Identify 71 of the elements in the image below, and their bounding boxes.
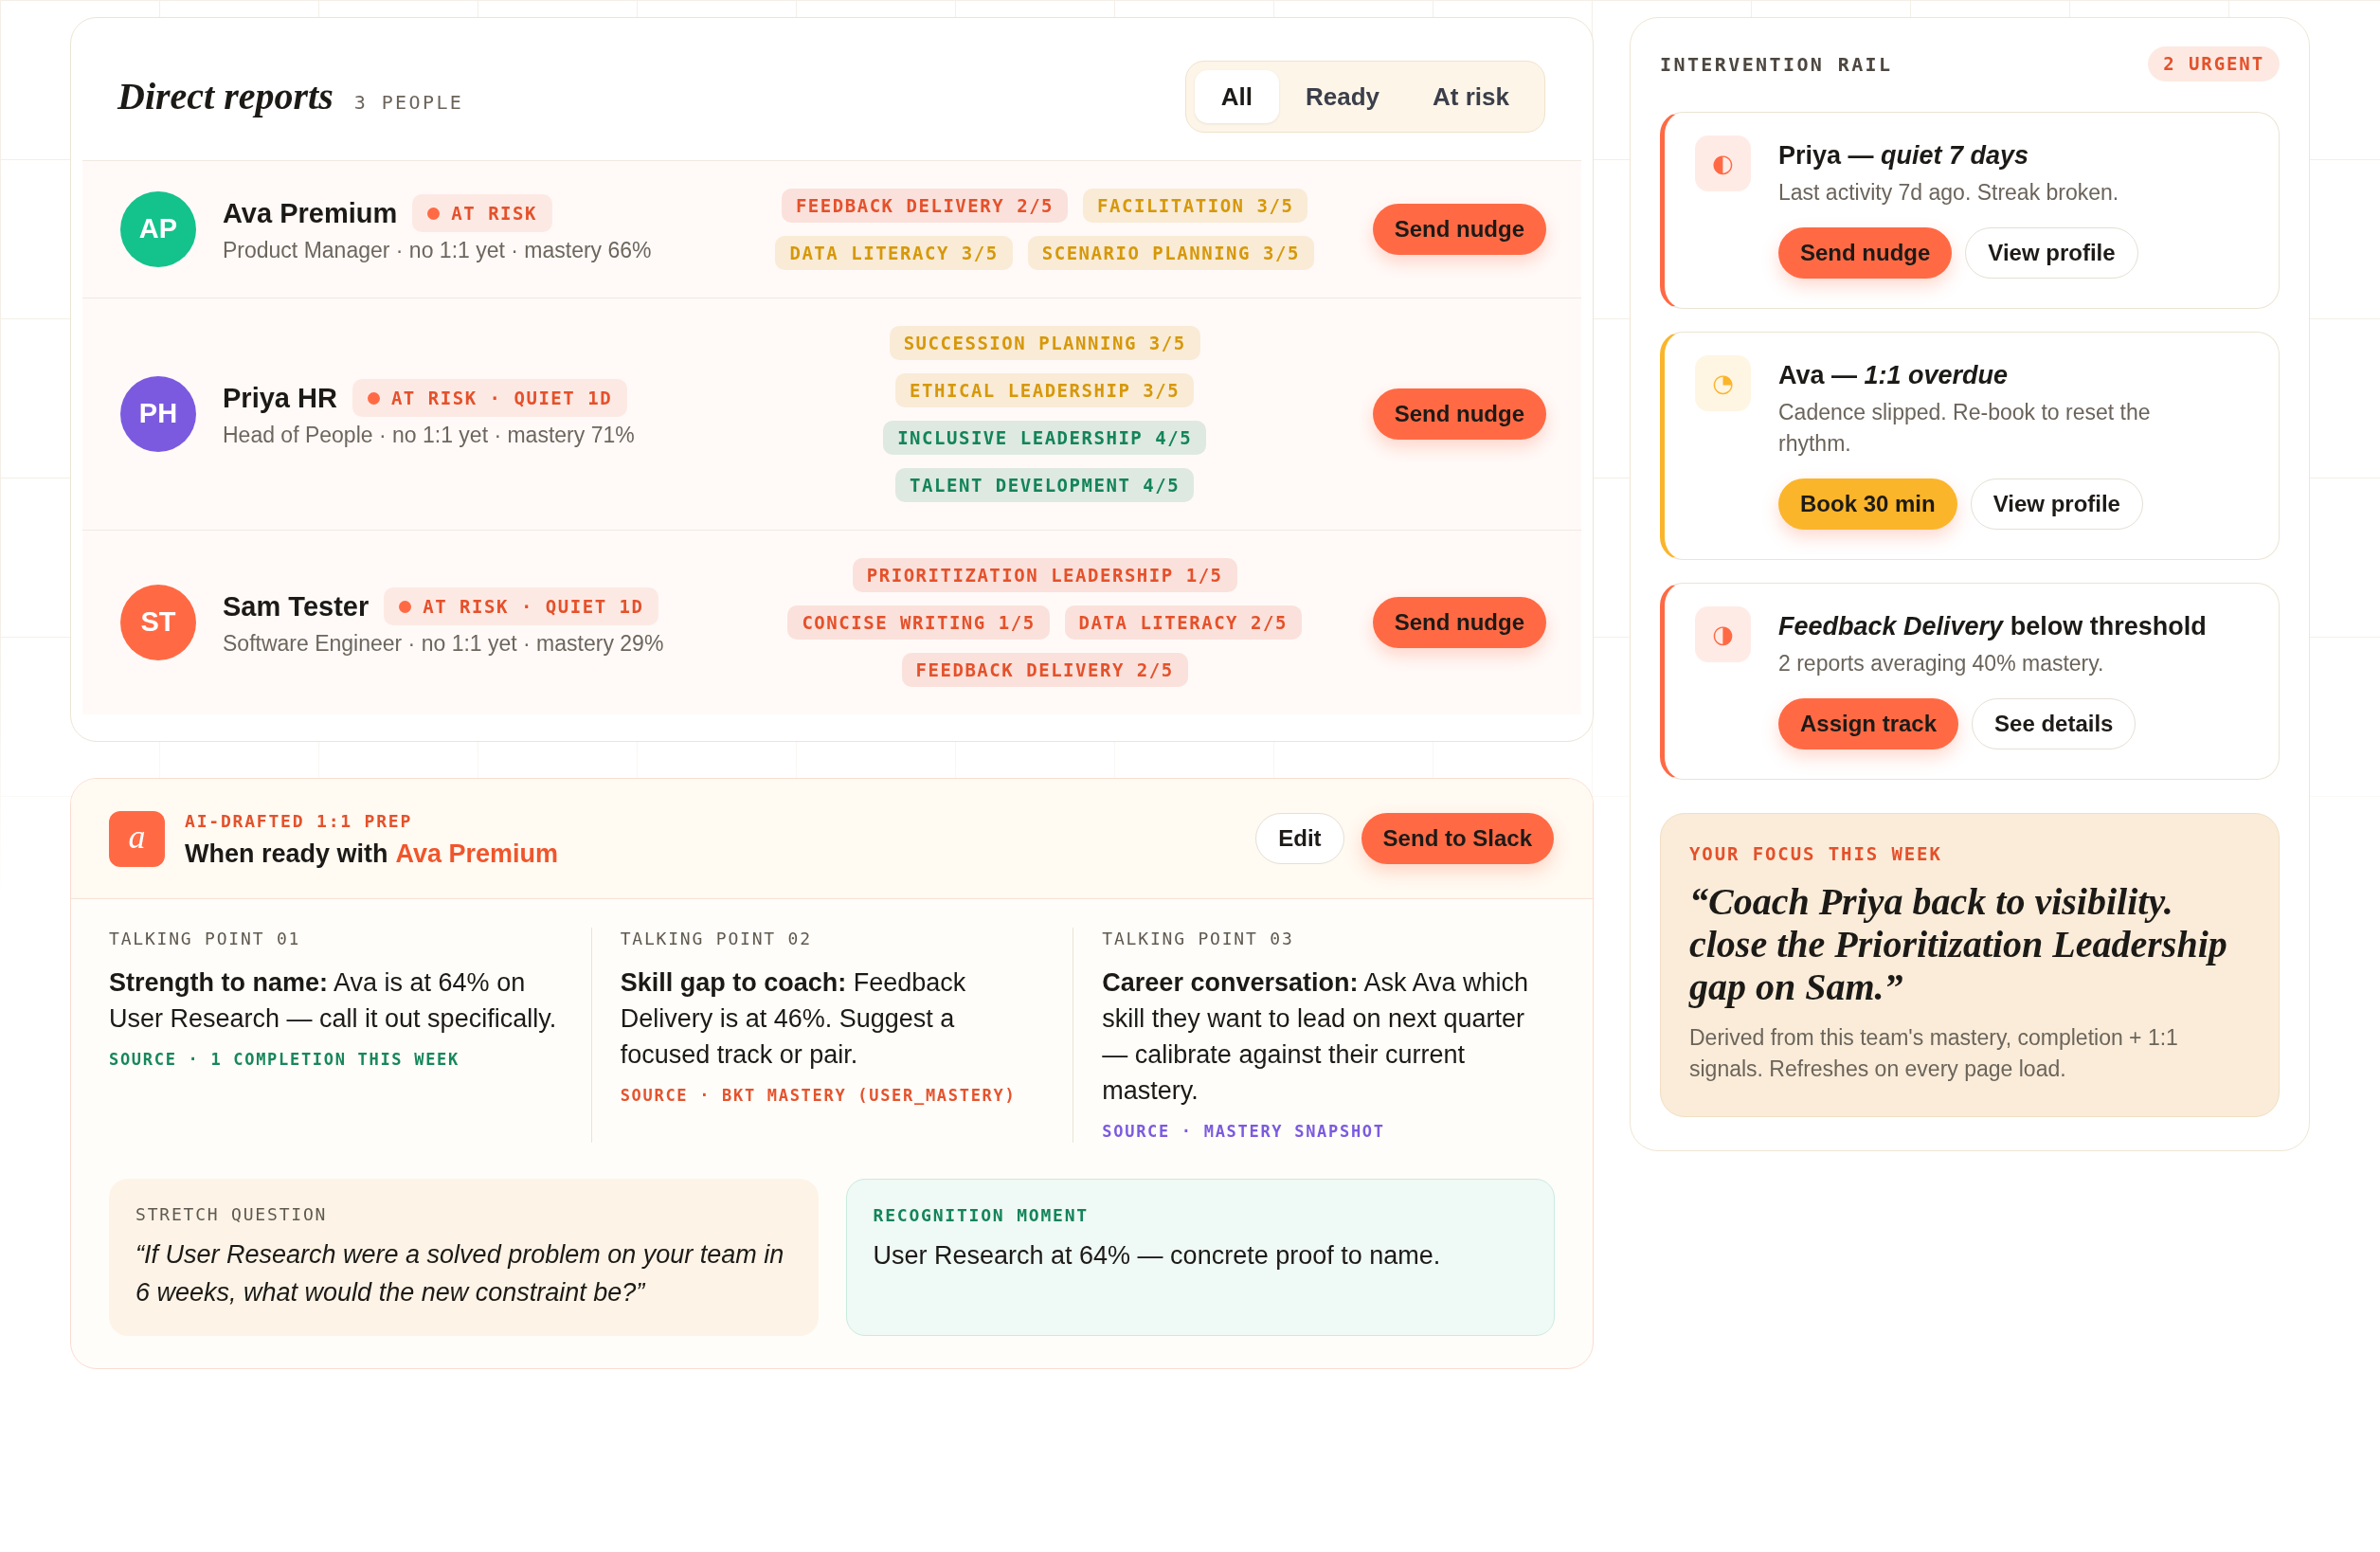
rail-title: INTERVENTION RAIL xyxy=(1660,51,1893,78)
intervention-text: 2 reports averaging 40% mastery. xyxy=(1778,650,2105,677)
skill-tag: PRIORITIZATION LEADERSHIP 1/5 xyxy=(852,558,1237,592)
skill-tag: TALENT DEVELOPMENT 4/5 xyxy=(895,468,1195,502)
talking-point-label: TALKING POINT 03 xyxy=(1102,928,1295,950)
secondary-button[interactable]: View profile xyxy=(1970,478,2143,530)
skill-tag: SCENARIO PLANNING 3/5 xyxy=(1027,236,1314,270)
talking-point-text: Strength to name: Ava is at 64% on User Research — call it out specifically. xyxy=(109,968,557,1033)
send-nudge-button[interactable]: Send nudge xyxy=(1372,597,1546,648)
focus-note: Derived from this team's mastery, completion + 1:1 signals. Refreshes on every page load. xyxy=(1689,1024,2179,1083)
filter-tab[interactable]: At risk xyxy=(1406,70,1536,123)
talking-point-text: Career conversation: Ask Ava which skill they want to lead on next quarter — calibrate against their current mastery. xyxy=(1102,968,1529,1105)
source-label: SOURCE · MASTERY SNAPSHOT xyxy=(1102,1121,1386,1143)
send-nudge-button[interactable]: Send nudge xyxy=(1372,388,1546,440)
filter-tab[interactable]: All xyxy=(1194,70,1280,123)
prep-title: When ready with xyxy=(185,838,388,870)
action-button[interactable]: Book 30 min xyxy=(1778,478,1957,530)
circle-glyph-icon: ◐ xyxy=(1695,135,1751,191)
focus-label: YOUR FOCUS THIS WEEK xyxy=(1689,842,1943,865)
talking-point-text: Skill gap to coach: Feedback Delivery is at 46%. Suggest a focused track or pair. xyxy=(620,968,966,1069)
intervention-text: Last activity 7d ago. Streak broken. xyxy=(1778,179,2120,207)
urgent-count: 2 URGENT xyxy=(2148,46,2280,81)
report-name: Priya HR xyxy=(223,382,337,415)
action-button[interactable]: Send nudge xyxy=(1778,227,1953,279)
risk-label: AT RISK xyxy=(451,201,537,226)
send-button[interactable]: Send to Slack xyxy=(1361,813,1554,864)
skill-tag: CONCISE WRITING 1/5 xyxy=(787,605,1050,640)
report-name: Sam Tester xyxy=(223,590,370,623)
secondary-button[interactable]: View profile xyxy=(1965,227,2138,279)
ai-logo: a xyxy=(109,810,165,867)
skill-tag: INCLUSIVE LEADERSHIP 4/5 xyxy=(883,421,1207,455)
avatar: AP xyxy=(120,191,196,267)
filter-tab[interactable]: Ready xyxy=(1279,70,1407,123)
question-text: “If User Research were a solved problem on your team in 6 weeks, what would the new constraint be?” xyxy=(135,1239,785,1308)
intervention-title: Feedback Delivery below threshold xyxy=(1778,611,2208,642)
report-details: Product Manager · no 1:1 yet · mastery 66% xyxy=(223,237,652,264)
skill-tag: FACILITATION 3/5 xyxy=(1083,189,1308,223)
avatar: PH xyxy=(120,376,196,452)
intervention-title: Ava — 1:1 overdue xyxy=(1778,360,2010,391)
source-label: SOURCE · 1 COMPLETION THIS WEEK xyxy=(109,1049,460,1071)
eyebrow-label: AI-DRAFTED 1:1 PREP xyxy=(185,809,414,833)
skill-tag: DATA LITERACY 2/5 xyxy=(1064,605,1302,640)
intervention-title: Priya — quiet 7 days xyxy=(1778,140,2030,171)
section-title: Direct reports xyxy=(117,74,334,119)
skill-tag: SUCCESSION PLANNING 3/5 xyxy=(889,326,1200,360)
skill-tag: ETHICAL LEADERSHIP 3/5 xyxy=(895,373,1195,407)
people-count: 3 PEOPLE xyxy=(353,90,464,116)
action-button[interactable]: Assign track xyxy=(1778,698,1959,749)
report-details: Software Engineer · no 1:1 yet · mastery 29% xyxy=(223,630,664,658)
talking-point-label: TALKING POINT 01 xyxy=(109,928,302,950)
card-label: STRETCH QUESTION xyxy=(135,1203,329,1226)
edit-button[interactable]: Edit xyxy=(1255,813,1344,864)
skill-tag: DATA LITERACY 3/5 xyxy=(775,236,1013,270)
card-label: RECOGNITION MOMENT xyxy=(873,1204,1090,1227)
recognition-text: User Research at 64% — concrete proof to name. xyxy=(873,1240,1442,1272)
secondary-button[interactable]: See details xyxy=(1972,698,2137,749)
risk-label: AT RISK · QUIET 1D xyxy=(423,594,644,619)
focus-quote: “Coach Priya back to visibility. close the Prioritization Leadership gap on Sam.” xyxy=(1689,880,2228,1008)
person-name: Ava Premium xyxy=(395,838,559,870)
circle-glyph-icon: ◑ xyxy=(1695,606,1751,662)
report-name: Ava Premium xyxy=(223,197,398,230)
send-nudge-button[interactable]: Send nudge xyxy=(1372,204,1546,255)
skill-tag: FEEDBACK DELIVERY 2/5 xyxy=(781,189,1069,223)
intervention-text: Cadence slipped. Re-book to reset the rhythm. xyxy=(1778,399,2152,458)
risk-label: AT RISK · QUIET 1D xyxy=(390,386,613,410)
source-label: SOURCE · BKT MASTERY (USER_MASTERY) xyxy=(620,1085,1018,1107)
skill-tag: FEEDBACK DELIVERY 2/5 xyxy=(901,653,1188,687)
avatar: ST xyxy=(120,585,196,660)
report-details: Head of People · no 1:1 yet · mastery 71% xyxy=(223,422,635,449)
talking-point-label: TALKING POINT 02 xyxy=(620,928,813,950)
circle-glyph-icon: ◔ xyxy=(1695,355,1751,411)
